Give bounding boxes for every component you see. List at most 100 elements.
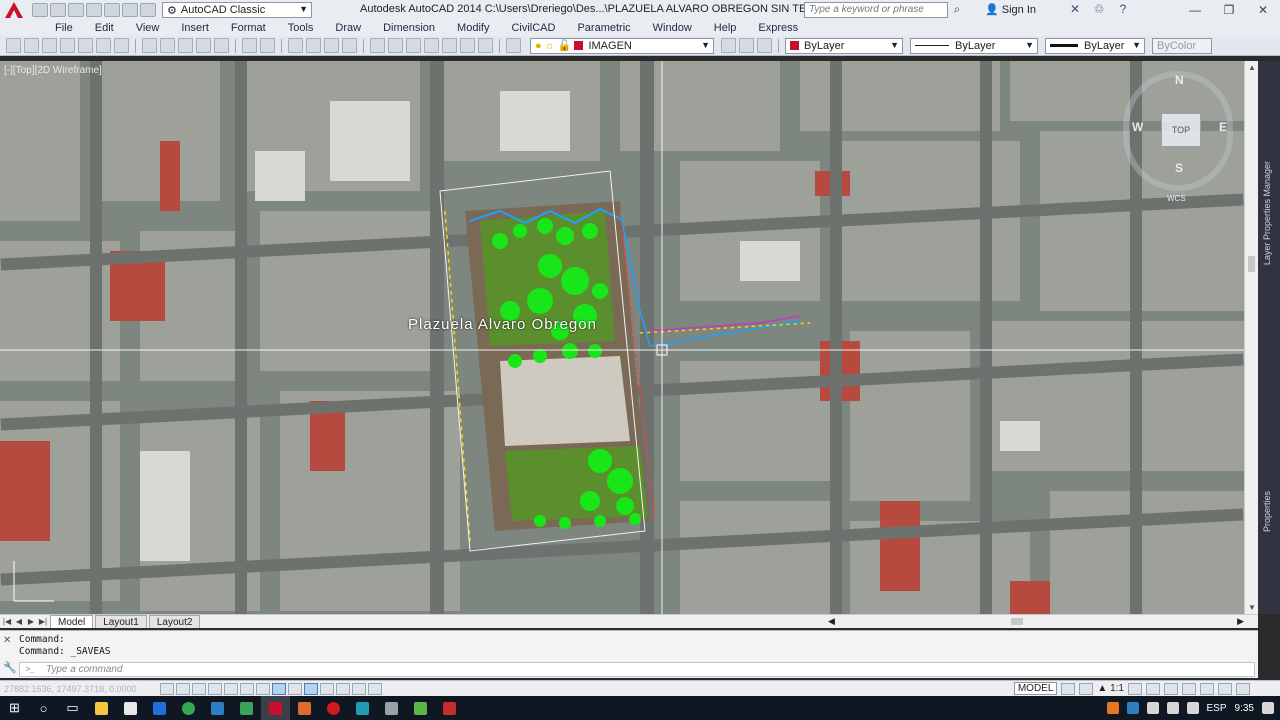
workspace-dropdown[interactable]: ⚙ AutoCAD Classic ▼	[162, 2, 312, 18]
app-icon-green[interactable]	[232, 696, 261, 720]
quickcalc-icon[interactable]	[460, 38, 475, 53]
3d-osnap-icon[interactable]	[256, 683, 270, 695]
redo-tool-icon[interactable]	[260, 38, 275, 53]
tray-battery-icon[interactable]	[1186, 702, 1199, 714]
tool-palettes-icon[interactable]	[406, 38, 421, 53]
customize-icon[interactable]: 🔧	[3, 661, 17, 674]
compass-e[interactable]: E	[1219, 120, 1227, 134]
layer-manager-icon[interactable]	[506, 38, 521, 53]
menu-parametric[interactable]: Parametric	[566, 22, 641, 34]
help-tool-icon[interactable]	[478, 38, 493, 53]
hscroll-thumb[interactable]	[1011, 618, 1023, 625]
app-icon-orange[interactable]	[290, 696, 319, 720]
tab-layout1[interactable]: Layout1	[95, 615, 147, 628]
scroll-left-icon[interactable]: ◀	[828, 616, 835, 627]
menu-dimension[interactable]: Dimension	[372, 22, 446, 34]
quick-properties-icon[interactable]	[352, 683, 366, 695]
object-snap-icon[interactable]	[240, 683, 254, 695]
save-as-icon[interactable]	[86, 3, 102, 17]
annotation-visibility-icon[interactable]	[1128, 682, 1142, 695]
chrome-icon[interactable]	[174, 696, 203, 720]
help-icon[interactable]: ?	[1116, 2, 1130, 16]
scroll-up-icon[interactable]: ▲	[1248, 63, 1256, 72]
app-icon-teal[interactable]	[348, 696, 377, 720]
edge-icon[interactable]	[145, 696, 174, 720]
menu-civilcad[interactable]: CivilCAD	[500, 22, 566, 34]
color-dropdown[interactable]: ByLayer ▼	[785, 37, 903, 54]
block-editor-icon[interactable]	[214, 38, 229, 53]
menu-view[interactable]: View	[125, 22, 171, 34]
close-icon[interactable]: ✕	[1246, 0, 1280, 20]
scroll-down-icon[interactable]: ▼	[1248, 603, 1256, 612]
app-icon-gray[interactable]	[377, 696, 406, 720]
annotation-scale[interactable]: ▲ 1:1	[1097, 683, 1124, 694]
save-icon[interactable]	[68, 3, 84, 17]
viewcube-top-face[interactable]: TOP	[1161, 113, 1201, 147]
properties-tab[interactable]: Properties	[1262, 491, 1272, 532]
design-center-icon[interactable]	[388, 38, 403, 53]
plot-icon[interactable]	[104, 3, 120, 17]
redo-icon[interactable]	[140, 3, 156, 17]
preview-icon[interactable]	[78, 38, 93, 53]
new-icon[interactable]	[32, 3, 48, 17]
clean-screen-icon[interactable]	[1236, 682, 1250, 695]
polar-tracking-icon[interactable]	[224, 683, 238, 695]
windows-start-icon[interactable]: ⊞	[0, 696, 29, 720]
menu-insert[interactable]: Insert	[170, 22, 220, 34]
application-menu-button[interactable]	[0, 0, 28, 20]
match-properties-icon[interactable]	[196, 38, 211, 53]
layer-dropdown[interactable]: ● ☼ 🔓 IMAGEN ▼	[530, 37, 714, 54]
autocad-taskbar-icon[interactable]	[261, 696, 290, 720]
zoom-window-icon[interactable]	[324, 38, 339, 53]
community-icon[interactable]: ♲	[1092, 2, 1106, 16]
restore-icon[interactable]: ❐	[1212, 0, 1246, 20]
store-icon[interactable]	[116, 696, 145, 720]
scroll-thumb[interactable]	[1248, 256, 1255, 272]
search-input[interactable]: Type a keyword or phrase	[804, 2, 948, 18]
clock[interactable]: 9:35	[1235, 703, 1254, 714]
task-view-icon[interactable]: ▭	[58, 696, 87, 720]
linetype-dropdown[interactable]: ByLayer ▼	[910, 37, 1038, 54]
menu-window[interactable]: Window	[642, 22, 703, 34]
tray-cloud-icon[interactable]	[1126, 702, 1139, 714]
qnew-icon[interactable]	[6, 38, 21, 53]
search-circle-icon[interactable]: ○	[29, 696, 58, 720]
zoom-previous-icon[interactable]	[342, 38, 357, 53]
coordinate-readout[interactable]: 27882.1636, 17497.3718, 0.0000	[4, 684, 137, 694]
quick-view-drawings-icon[interactable]	[1079, 682, 1094, 695]
binoculars-icon[interactable]: ⌕	[950, 2, 964, 16]
compass-s[interactable]: S	[1175, 161, 1183, 175]
exchange-x-icon[interactable]: ✕	[1068, 2, 1082, 16]
open-icon[interactable]	[50, 3, 66, 17]
paste-icon[interactable]	[178, 38, 193, 53]
object-snap-tracking-icon[interactable]	[272, 683, 286, 695]
tab-model[interactable]: Model	[50, 615, 94, 628]
layer-previous-icon[interactable]	[739, 38, 754, 53]
vertical-scrollbar[interactable]: ▲ ▼	[1244, 61, 1258, 614]
menu-edit[interactable]: Edit	[84, 22, 125, 34]
horizontal-scrollbar[interactable]: ◀ ▶	[826, 615, 1246, 628]
opera-icon[interactable]	[319, 696, 348, 720]
menu-format[interactable]: Format	[220, 22, 277, 34]
lock-ui-icon[interactable]	[1182, 682, 1196, 695]
isolate-objects-icon[interactable]	[1218, 682, 1232, 695]
sheet-set-icon[interactable]	[424, 38, 439, 53]
ortho-mode-icon[interactable]	[208, 683, 222, 695]
pan-icon[interactable]	[288, 38, 303, 53]
wcs-label[interactable]: WCS	[1167, 194, 1186, 203]
layer-properties-tab[interactable]: Layer Properties Manager	[1262, 161, 1272, 265]
model-space-button[interactable]: MODEL	[1013, 682, 1058, 695]
transparency-icon[interactable]	[336, 683, 350, 695]
next-tab-icon[interactable]: ▶	[26, 617, 36, 626]
viewport-controls-label[interactable]: [-][Top][2D Wireframe]	[4, 65, 102, 76]
tray-network-icon[interactable]	[1146, 702, 1159, 714]
menu-express[interactable]: Express	[747, 22, 809, 34]
snap-mode-icon[interactable]	[176, 683, 190, 695]
app-icon-lime[interactable]	[406, 696, 435, 720]
file-explorer-icon[interactable]	[87, 696, 116, 720]
hardware-acceleration-icon[interactable]	[1200, 682, 1214, 695]
undo-tool-icon[interactable]	[242, 38, 257, 53]
properties-icon[interactable]	[370, 38, 385, 53]
lineweight-dropdown[interactable]: ByLayer ▼	[1045, 37, 1145, 54]
last-tab-icon[interactable]: ▶|	[38, 617, 48, 626]
